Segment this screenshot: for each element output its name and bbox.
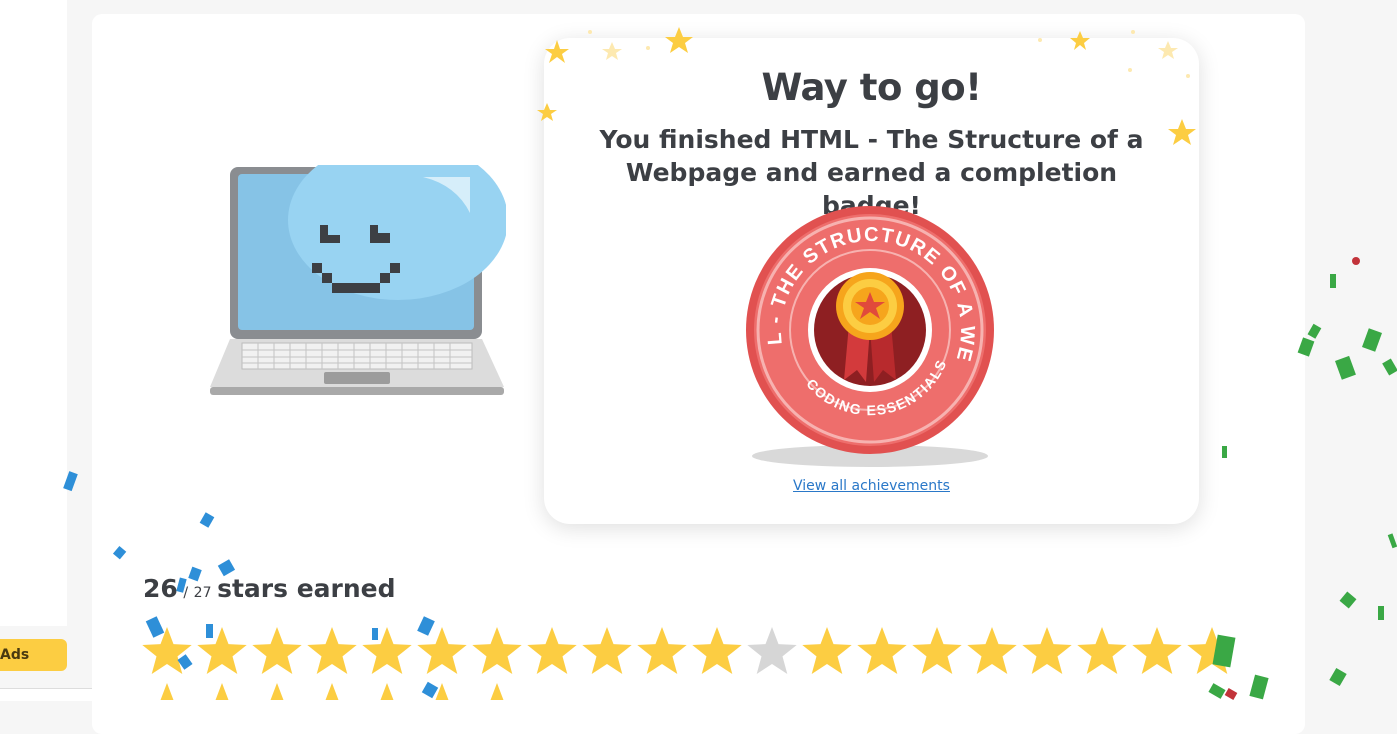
star-filled-icon <box>142 627 192 674</box>
star-filled-icon <box>417 627 467 674</box>
star-filled-icon <box>307 627 357 674</box>
star-filled-icon <box>637 627 687 674</box>
star-filled-icon <box>1022 627 1072 674</box>
star-filled-icon <box>380 683 394 700</box>
star-filled-icon <box>527 627 577 674</box>
star-filled-icon <box>857 627 907 674</box>
view-all-achievements-link[interactable]: View all achievements <box>544 478 1199 494</box>
star-filled-icon <box>1077 627 1127 674</box>
star-rating-row <box>142 627 1232 674</box>
star-empty-icon <box>747 627 797 674</box>
star-filled-icon <box>252 627 302 674</box>
star-filled-icon <box>215 683 229 700</box>
left-sidebar <box>0 0 67 626</box>
star-filled-icon <box>197 627 247 674</box>
star-filled-icon <box>802 627 852 674</box>
star-rating-row-2 <box>160 683 504 700</box>
star-filled-icon <box>472 627 522 674</box>
popup-title: Way to go! <box>761 66 982 109</box>
star-filled-icon <box>1187 627 1232 674</box>
star-filled-icon <box>582 627 632 674</box>
star-filled-icon <box>912 627 962 674</box>
completion-popup: Way to go! You finished HTML - The Struc… <box>544 38 1199 524</box>
star-filled-icon <box>967 627 1017 674</box>
completion-badge: L - THE STRUCTURE OF A WEBP CODING ESSEN… <box>744 204 994 467</box>
star-filled-icon <box>325 683 339 700</box>
stars-total-count: 27 <box>193 585 212 601</box>
star-filled-icon <box>1132 627 1182 674</box>
star-filled-icon <box>490 683 504 700</box>
star-filled-icon <box>692 627 742 674</box>
star-filled-icon <box>270 683 284 700</box>
star-filled-icon <box>435 683 449 700</box>
stars-earned-count: 26 <box>143 574 178 603</box>
stars-earned-label: stars earned <box>217 574 396 603</box>
stars-separator: / <box>183 585 189 601</box>
smiling-laptop-icon <box>210 165 506 395</box>
star-filled-icon <box>362 627 412 674</box>
stars-earned-summary: 26 / 27 stars earned <box>143 574 396 603</box>
star-filled-icon <box>160 683 174 700</box>
remove-ads-button[interactable]: Ads <box>0 639 67 671</box>
